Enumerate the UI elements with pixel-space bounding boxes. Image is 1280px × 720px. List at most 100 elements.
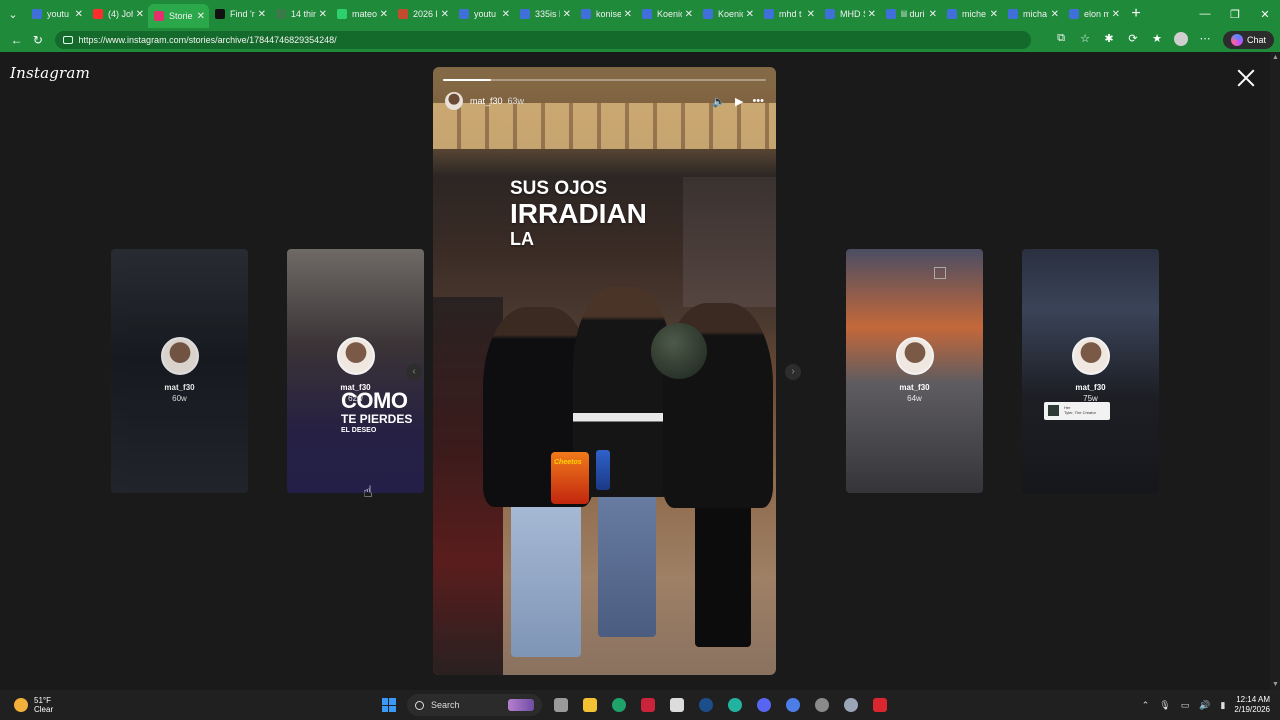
browser-tab[interactable]: Koenic✕ bbox=[697, 0, 758, 28]
scroll-up-icon[interactable]: ▲ bbox=[1272, 54, 1279, 61]
battery-icon[interactable]: ▮ bbox=[1220, 700, 1225, 711]
tab-favicon-icon bbox=[825, 9, 835, 19]
file-explorer-button[interactable] bbox=[575, 690, 604, 720]
edge-button[interactable] bbox=[604, 690, 633, 720]
app-available-icon[interactable]: ⧉ bbox=[1049, 32, 1073, 49]
tab-close-icon[interactable]: ✕ bbox=[502, 9, 510, 20]
tab-close-icon[interactable]: ✕ bbox=[868, 9, 876, 20]
steam-button[interactable] bbox=[691, 690, 720, 720]
tab-close-icon[interactable]: ✕ bbox=[624, 9, 632, 20]
bookmark-star-icon[interactable]: ☆ bbox=[1073, 32, 1097, 49]
tab-close-icon[interactable]: ✕ bbox=[197, 11, 205, 22]
tab-label: Koenic bbox=[657, 9, 682, 19]
browser-tab[interactable]: konise ✕ bbox=[575, 0, 636, 28]
scroll-down-icon[interactable]: ▼ bbox=[1272, 681, 1279, 688]
browser-tab[interactable]: micha ✕ bbox=[1002, 0, 1063, 28]
browser-tab[interactable]: miche ✕ bbox=[941, 0, 1002, 28]
next-story-chevron-icon[interactable]: › bbox=[785, 364, 801, 380]
browser-tab[interactable]: Koenic✕ bbox=[636, 0, 697, 28]
window-close-icon[interactable]: ✕ bbox=[1250, 8, 1280, 21]
tab-close-icon[interactable]: ✕ bbox=[441, 9, 449, 20]
store-button[interactable] bbox=[662, 690, 691, 720]
tab-close-icon[interactable]: ✕ bbox=[380, 9, 388, 20]
tab-close-icon[interactable]: ✕ bbox=[685, 9, 693, 20]
favorites-icon[interactable]: ★ bbox=[1145, 32, 1169, 49]
display-icon[interactable]: ▭ bbox=[1181, 700, 1190, 711]
system-tray: ⌃ 🎙 ▭ 🔊 ▮ 12:14 AM 2/19/2026 bbox=[1137, 695, 1280, 715]
new-tab-button[interactable]: + bbox=[1124, 5, 1148, 23]
app-button[interactable] bbox=[865, 690, 894, 720]
tab-close-icon[interactable]: ✕ bbox=[1051, 9, 1059, 20]
reload-icon[interactable]: ↻ bbox=[27, 33, 48, 47]
previous-story-chevron-icon[interactable]: ‹ bbox=[406, 364, 422, 380]
tab-favicon-icon bbox=[703, 9, 713, 19]
tab-search-icon[interactable]: ⌄ bbox=[0, 0, 26, 28]
browser-tab[interactable]: Storie ✕ bbox=[148, 4, 209, 28]
app-button[interactable] bbox=[720, 690, 749, 720]
copilot-chat-button[interactable]: Chat bbox=[1223, 31, 1275, 49]
avatar[interactable] bbox=[445, 92, 463, 110]
browser-tab[interactable]: youtu ✕ bbox=[26, 0, 87, 28]
browser-tab[interactable]: 2026 l ✕ bbox=[392, 0, 453, 28]
extensions-icon[interactable]: ✱ bbox=[1097, 32, 1121, 49]
back-icon[interactable]: ← bbox=[6, 33, 27, 47]
more-menu-icon[interactable]: ⋯ bbox=[1193, 32, 1217, 49]
tab-close-icon[interactable]: ✕ bbox=[990, 9, 998, 20]
settings-button[interactable] bbox=[836, 690, 865, 720]
tab-close-icon[interactable]: ✕ bbox=[258, 9, 266, 20]
browser-tab[interactable]: 14 thin ✕ bbox=[270, 0, 331, 28]
browser-tab[interactable]: youtu ✕ bbox=[453, 0, 514, 28]
tab-close-icon[interactable]: ✕ bbox=[319, 9, 327, 20]
browser-tab[interactable]: MHD S✕ bbox=[819, 0, 880, 28]
minimize-icon[interactable]: — bbox=[1190, 8, 1220, 21]
tab-close-icon[interactable]: ✕ bbox=[563, 9, 571, 20]
story-preview-card[interactable]: mat_f30 60w bbox=[111, 249, 248, 493]
instagram-logo[interactable]: Instagram bbox=[10, 64, 90, 82]
story-preview-card[interactable]: mat_f30 75w Her Tyler, The Creator bbox=[1022, 249, 1159, 493]
more-options-icon[interactable]: ••• bbox=[752, 95, 764, 107]
tab-close-icon[interactable]: ✕ bbox=[1112, 9, 1120, 20]
app-button[interactable] bbox=[778, 690, 807, 720]
browser-tab[interactable]: Find 'r ✕ bbox=[209, 0, 270, 28]
story-preview-card[interactable]: mat_f30 62w COMO TE PIERDES EL DESEO bbox=[287, 249, 424, 493]
play-icon[interactable]: ▶ bbox=[735, 95, 743, 108]
app-button[interactable] bbox=[633, 690, 662, 720]
browser-tab[interactable]: (4) Joh✕ bbox=[87, 0, 148, 28]
restore-icon[interactable]: ❐ bbox=[1220, 8, 1250, 21]
chevron-up-icon[interactable]: ⌃ bbox=[1142, 700, 1150, 711]
story-controls: 🔈 ▶ ••• bbox=[703, 95, 764, 108]
page-scrollbar[interactable]: ▲ ▼ bbox=[1270, 52, 1280, 690]
task-view-button[interactable] bbox=[546, 690, 575, 720]
tab-favicon-icon bbox=[32, 9, 42, 19]
site-info-icon[interactable] bbox=[62, 36, 73, 44]
microphone-icon[interactable]: 🎙 bbox=[1159, 700, 1170, 711]
discord-button[interactable] bbox=[749, 690, 778, 720]
address-bar[interactable]: https://www.instagram.com/stories/archiv… bbox=[54, 31, 1031, 49]
story-preview-card[interactable]: mat_f30 64w bbox=[846, 249, 983, 493]
browser-tab[interactable]: mhd t ✕ bbox=[758, 0, 819, 28]
taskbar-search[interactable]: Search bbox=[407, 694, 542, 716]
volume-icon[interactable]: 🔊 bbox=[1199, 700, 1210, 711]
profile-icon[interactable] bbox=[1169, 31, 1193, 49]
tab-label: youtu bbox=[474, 9, 497, 19]
tab-close-icon[interactable]: ✕ bbox=[75, 9, 83, 20]
mute-icon[interactable]: 🔈 bbox=[712, 95, 726, 108]
chat-label: Chat bbox=[1247, 35, 1267, 45]
browser-tab[interactable]: 335is l ✕ bbox=[514, 0, 575, 28]
clock[interactable]: 12:14 AM 2/19/2026 bbox=[1234, 695, 1270, 715]
browser-tab[interactable]: mateo ✕ bbox=[331, 0, 392, 28]
app-button[interactable] bbox=[807, 690, 836, 720]
weather-widget[interactable]: 51°F Clear bbox=[14, 696, 374, 714]
browser-tab[interactable]: elon m ✕ bbox=[1063, 0, 1124, 28]
sync-icon[interactable]: ⟳ bbox=[1121, 32, 1145, 49]
story-photo-figure bbox=[511, 497, 581, 657]
close-story-icon[interactable] bbox=[1236, 68, 1256, 88]
tab-close-icon[interactable]: ✕ bbox=[929, 9, 937, 20]
start-button[interactable] bbox=[374, 690, 403, 720]
tab-close-icon[interactable]: ✕ bbox=[807, 9, 815, 20]
story-username[interactable]: mat_f30 bbox=[470, 96, 503, 106]
tab-close-icon[interactable]: ✕ bbox=[746, 9, 754, 20]
tab-close-icon[interactable]: ✕ bbox=[136, 9, 144, 20]
browser-tab[interactable]: lil duri ✕ bbox=[880, 0, 941, 28]
active-story[interactable]: Cheetos mat_f30 63w 🔈 ▶ ••• SUS OJOS IRR… bbox=[433, 67, 776, 675]
